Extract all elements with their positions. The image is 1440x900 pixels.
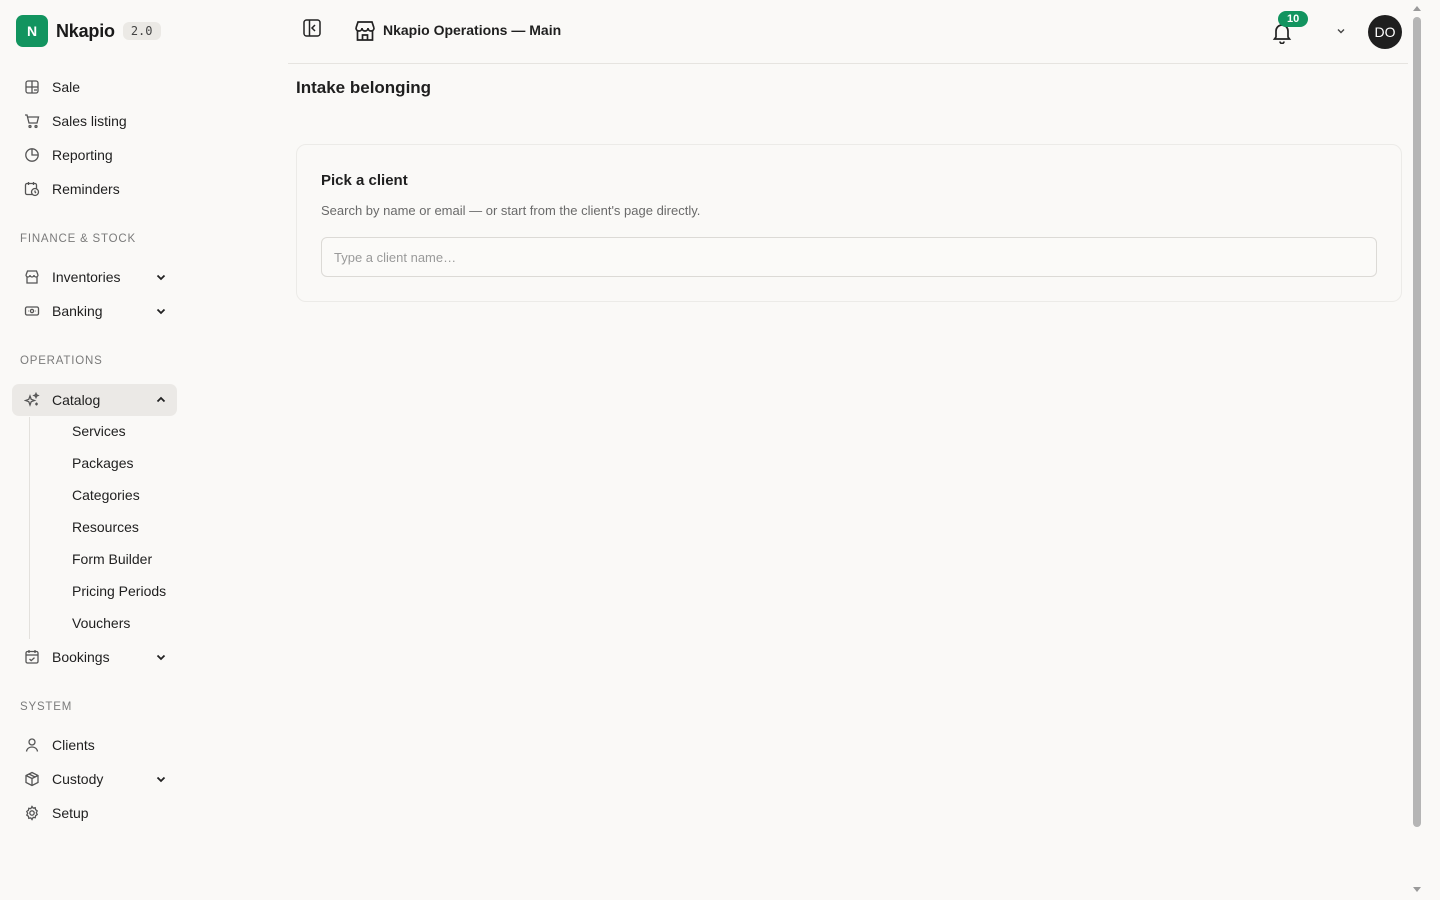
sidebar-subitem-vouchers[interactable]: Vouchers	[72, 613, 130, 633]
sidebar-item-custody[interactable]: Custody	[12, 763, 177, 795]
section-label-finance: FINANCE & STOCK	[20, 233, 136, 245]
chevron-down-icon	[156, 654, 166, 661]
sidebar-item-reporting[interactable]: Reporting	[12, 139, 177, 171]
sidebar-item-inventories[interactable]: Inventories	[12, 261, 177, 293]
register-icon	[24, 79, 40, 95]
chevron-down-icon	[156, 776, 166, 783]
section-label-operations: OPERATIONS	[20, 355, 103, 367]
sidebar-item-banking[interactable]: Banking	[12, 295, 177, 327]
card-description: Search by name or email — or start from …	[321, 203, 701, 218]
sidebar-subitem-packages[interactable]: Packages	[72, 453, 133, 473]
sidebar-item-sale[interactable]: Sale	[12, 71, 177, 103]
client-search-input[interactable]	[321, 237, 1377, 277]
sidebar-item-label: Bookings	[52, 649, 110, 665]
gear-icon	[24, 805, 40, 821]
brand-logo: N	[16, 15, 48, 47]
sidebar-item-label: Catalog	[52, 392, 101, 408]
calendar-check-icon	[24, 649, 40, 665]
sidebar-subitem-services[interactable]: Services	[72, 421, 126, 441]
sidebar-item-sales-listing[interactable]: Sales listing	[12, 105, 177, 137]
sidebar-subitem-form-builder[interactable]: Form Builder	[72, 549, 152, 569]
cart-icon	[24, 113, 40, 129]
sidebar-item-label: Setup	[52, 805, 89, 821]
banknote-icon	[24, 303, 40, 319]
pick-client-card: Pick a client Search by name or email — …	[296, 144, 1402, 302]
scroll-down-arrow-icon[interactable]	[1412, 886, 1422, 894]
sparkles-icon	[24, 392, 40, 408]
sidebar-item-label: Inventories	[52, 269, 121, 285]
store-icon	[355, 21, 375, 41]
brand[interactable]: N Nkapio 2.0	[16, 15, 161, 47]
top-bar: Nkapio Operations — Main 10 DO	[288, 0, 1408, 64]
scroll-up-arrow-icon[interactable]	[1412, 4, 1422, 12]
card-title: Pick a client	[321, 172, 408, 189]
page-title: Intake belonging	[296, 78, 432, 97]
sidebar-subitem-categories[interactable]: Categories	[72, 485, 140, 505]
sidebar-toggle-icon[interactable]	[302, 18, 322, 38]
scrollbar-thumb[interactable]	[1413, 17, 1421, 827]
sidebar-subitem-resources[interactable]: Resources	[72, 517, 139, 537]
sidebar: N Nkapio 2.0 Sale Sales listing Reportin…	[0, 0, 288, 900]
sidebar-item-label: Sale	[52, 79, 81, 95]
chevron-up-icon	[156, 396, 166, 403]
version-badge: 2.0	[122, 22, 161, 40]
chevron-down-icon[interactable]	[1336, 26, 1346, 36]
package-icon	[24, 771, 40, 787]
sidebar-item-label: Reminders	[52, 181, 120, 197]
calendar-clock-icon	[24, 181, 40, 197]
section-label-system: SYSTEM	[20, 701, 73, 713]
avatar[interactable]: DO	[1368, 15, 1402, 49]
chevron-down-icon	[156, 274, 166, 281]
brand-name: Nkapio	[56, 20, 115, 41]
sidebar-item-reminders[interactable]: Reminders	[12, 173, 177, 205]
sidebar-item-catalog[interactable]: Catalog	[12, 384, 177, 416]
chevron-down-icon	[156, 308, 166, 315]
vertical-scrollbar[interactable]	[1408, 0, 1440, 900]
pie-chart-icon	[24, 147, 40, 163]
organization-name[interactable]: Nkapio Operations — Main	[383, 22, 561, 38]
sidebar-item-clients[interactable]: Clients	[12, 729, 177, 761]
sidebar-item-bookings[interactable]: Bookings	[12, 641, 177, 673]
user-icon	[24, 737, 40, 753]
sidebar-item-label: Banking	[52, 303, 103, 319]
sidebar-item-label: Sales listing	[52, 113, 127, 129]
sidebar-item-setup[interactable]: Setup	[12, 797, 177, 829]
sidebar-item-label: Reporting	[52, 147, 113, 163]
store-icon	[24, 269, 40, 285]
sidebar-item-label: Clients	[52, 737, 95, 753]
sidebar-item-label: Custody	[52, 771, 104, 787]
submenu-guide-line	[29, 417, 30, 639]
notification-badge: 10	[1278, 11, 1309, 27]
sidebar-subitem-pricing-periods[interactable]: Pricing Periods	[72, 581, 166, 601]
